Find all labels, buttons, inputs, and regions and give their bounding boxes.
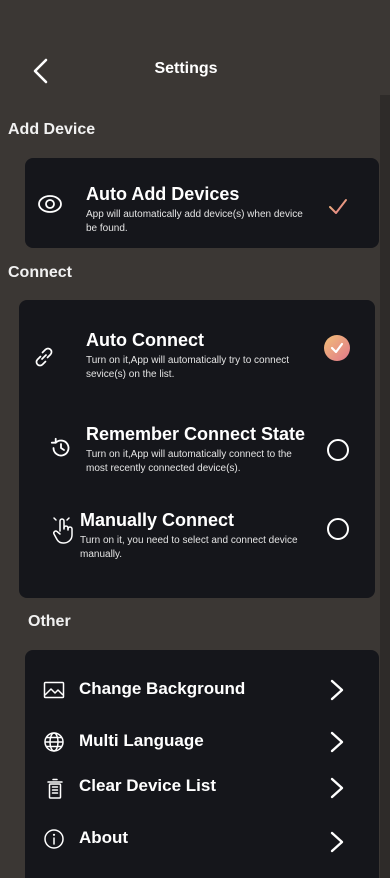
settings-page: Settings Add Device Auto Add Devices App… [0,0,390,878]
radio-unselected[interactable] [327,439,349,461]
link-icon [31,344,57,370]
auto-add-devices-row[interactable]: Auto Add Devices App will automatically … [25,158,379,248]
history-icon [49,436,73,460]
radio-unselected[interactable] [327,518,349,540]
section-title-add-device: Add Device [8,121,96,138]
page-title: Settings [154,60,218,77]
trash-icon [45,778,65,800]
section-title-other: Other [28,613,71,630]
chevron-right-icon [328,831,346,853]
auto-connect-row[interactable]: Auto Connect Turn on it,App will automat… [19,300,375,398]
clear-device-list-label: Clear Device List [79,776,217,795]
manually-connect-title: Manually Connect [80,510,235,530]
auto-add-devices-title: Auto Add Devices [86,184,240,204]
hand-pointer-icon [51,516,77,546]
about-row[interactable]: About [25,820,379,860]
clear-device-list-row[interactable]: Clear Device List [25,768,379,808]
remember-connect-state-desc: Turn on it,App will automatically connec… [86,449,292,474]
header: Settings [0,50,390,90]
change-background-row[interactable]: Change Background [25,670,379,710]
multi-language-row[interactable]: Multi Language [25,722,379,762]
auto-add-devices-desc: App will automatically add device(s) whe… [86,209,303,234]
chevron-right-icon [328,777,346,799]
selected-check-icon[interactable] [324,335,350,361]
image-icon [43,680,65,700]
section-title-connect: Connect [8,264,72,281]
auto-connect-title: Auto Connect [86,330,204,350]
multi-language-label: Multi Language [79,731,204,750]
connect-card: Auto Connect Turn on it,App will automat… [19,300,375,598]
auto-connect-desc: Turn on it,App will automatically try to… [86,355,290,380]
manually-connect-row[interactable]: Manually Connect Turn on it, you need to… [19,500,375,580]
remember-connect-state-row[interactable]: Remember Connect State Turn on it,App wi… [19,410,375,490]
side-edge [380,95,390,878]
add-device-card: Auto Add Devices App will automatically … [25,158,379,248]
globe-icon [43,731,65,753]
checkmark-icon[interactable] [327,196,349,218]
about-label: About [79,828,129,847]
change-background-label: Change Background [79,679,246,698]
other-card: Change Background Multi Language Clear D… [25,650,379,878]
chevron-right-icon [328,731,346,753]
eye-icon [37,191,63,217]
chevron-right-icon [328,679,346,701]
manually-connect-desc: Turn on it, you need to select and conne… [80,535,298,560]
remember-connect-state-title: Remember Connect State [86,424,306,444]
info-icon [43,828,65,850]
